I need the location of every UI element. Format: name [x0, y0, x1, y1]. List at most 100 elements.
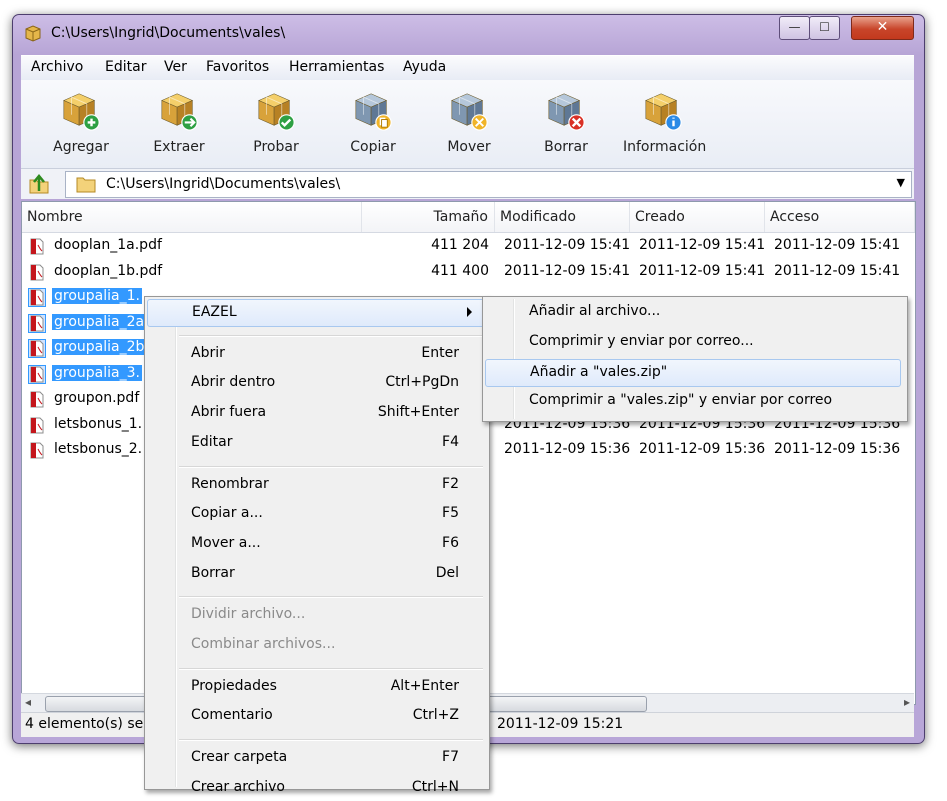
info-icon [642, 88, 684, 132]
toolbar-button-copiar[interactable]: Copiar [333, 86, 413, 155]
toolbar-button-agregar[interactable]: Agregar [41, 86, 121, 155]
menu-archivo[interactable]: Archivo [31, 59, 83, 75]
file-modified: 2011-12-09 15:41 [504, 262, 631, 279]
file-created: 2011-12-09 15:41 [639, 237, 766, 253]
submenu-item-3[interactable]: Añadir a "vales.zip" [485, 358, 901, 387]
file-modified: 2011-12-09 15:41 [504, 237, 631, 253]
file-modified: 2011-12-09 15:36 [504, 441, 631, 457]
file-name: letsbonus_2. [54, 441, 143, 457]
address-field[interactable]: C:\Users\Ingrid\Documents\vales\ ▼ [65, 171, 912, 198]
file-created: 2011-12-09 15:41 [639, 262, 766, 279]
close-button[interactable]: ✕ [851, 16, 914, 40]
file-name: groupalia_2b [52, 339, 147, 355]
test-icon [255, 88, 297, 132]
menu-item-shortcut: Ctrl+N [411, 778, 459, 795]
context-item-crear-archivo[interactable]: Crear archivo Ctrl+N [147, 775, 483, 801]
close-icon: ✕ [876, 19, 889, 35]
menu-editar[interactable]: Editar [105, 59, 146, 75]
menu-separator [179, 334, 483, 337]
folder-icon [76, 177, 96, 193]
column-tamano[interactable]: Tamaño [362, 202, 495, 232]
menu-item-label: Mover a... [191, 534, 261, 551]
file-row[interactable]: dooplan_1a.pdf 411 204 2011-12-09 15:41 201… [22, 234, 915, 259]
pdf-file-icon [30, 238, 44, 255]
status-date: 2011-12-09 15:21 [497, 716, 624, 732]
menu-item-shortcut: F4 [442, 433, 459, 450]
menu-item-label: Combinar archivos... [191, 636, 336, 652]
menu-ayuda[interactable]: Ayuda [403, 59, 446, 75]
menu-item-label: Borrar [191, 564, 235, 581]
context-menu: EAZEL Abrir Enter Abrir dentro Ctrl+PgDn Abri… [144, 296, 490, 795]
menu-item-label: Crear archivo [191, 778, 285, 795]
toolbar-label: Agregar [53, 139, 109, 155]
context-item-comentario[interactable]: Comentario Ctrl+Z [147, 703, 483, 729]
menu-separator [179, 596, 483, 599]
menu-item-shortcut: F6 [442, 534, 459, 551]
menu-herramientas[interactable]: Herramientas [289, 59, 384, 75]
menu-item-shortcut: Alt+Enter [390, 677, 459, 694]
context-item-copiar-a[interactable]: Copiar a... F5 [147, 501, 483, 527]
archive-app-icon [25, 25, 41, 42]
submenu-item-label: Comprimir y enviar por correo... [529, 332, 754, 349]
pdf-file-icon [28, 313, 46, 333]
context-item-crear-carpeta[interactable]: Crear carpeta F7 [147, 745, 483, 771]
context-item-combinar-archivos[interactable]: Combinar archivos... [147, 632, 483, 658]
up-folder-icon[interactable] [27, 172, 51, 196]
menu-item-label: Dividir archivo... [191, 606, 306, 623]
context-item-borrar[interactable]: Borrar Del [147, 561, 483, 587]
submenu-item-4[interactable]: Comprimir a "vales.zip" y enviar por cor… [485, 388, 899, 414]
context-item-editar[interactable]: Editar F4 [147, 430, 483, 456]
context-item-propiedades[interactable]: Propiedades Alt+Enter [147, 674, 483, 700]
column-acceso[interactable]: Acceso [765, 202, 915, 232]
toolbar-button-informacin[interactable]: Información [623, 86, 707, 155]
toolbar-button-extraer[interactable]: Extraer [139, 86, 219, 155]
toolbar-label: Probar [253, 139, 299, 155]
column-header: Nombre Tamaño Modificado Creado Acceso [22, 202, 915, 233]
copy-icon [352, 88, 394, 132]
submenu-item-1[interactable]: Añadir al archivo... [485, 299, 899, 325]
toolbar-button-borrar[interactable]: Borrar [526, 86, 606, 155]
pdf-file-icon [28, 339, 46, 358]
pdf-file-icon [28, 364, 46, 384]
file-name: groupon.pdf [54, 390, 140, 406]
minimize-button[interactable]: — [779, 16, 810, 40]
file-name: dooplan_1a.pdf [54, 237, 162, 253]
maximize-button[interactable]: ☐ [809, 16, 840, 40]
column-creado[interactable]: Creado [630, 202, 765, 232]
pdf-file-icon [30, 391, 44, 408]
scroll-right-icon[interactable]: ▸ [904, 695, 910, 709]
title-bar[interactable]: C:\Users\Ingrid\Documents\vales\ — ☐ ✕ [13, 15, 924, 53]
pdf-file-icon [28, 288, 46, 307]
menu-item-shortcut: F5 [442, 505, 459, 522]
menu-item-label: Editar [191, 433, 233, 450]
context-item-abrir-dentro[interactable]: Abrir dentro Ctrl+PgDn [147, 370, 483, 396]
toolbar-button-probar[interactable]: Probar [236, 86, 316, 155]
submenu-item-label: Añadir al archivo... [529, 303, 661, 319]
toolbar-button-mover[interactable]: Mover [429, 86, 509, 155]
column-modificado[interactable]: Modificado [495, 202, 630, 232]
menu-ver[interactable]: Ver [164, 59, 187, 75]
file-created: 2011-12-09 15:36 [639, 441, 766, 457]
eazel-submenu: Añadir al archivo... Comprimir y enviar p… [482, 296, 908, 422]
menu-item-shortcut: Shift+Enter [377, 404, 459, 421]
submenu-item-label: Comprimir a "vales.zip" y enviar por cor… [529, 392, 833, 409]
toolbar-label: Información [623, 139, 707, 155]
context-item-abrir[interactable]: Abrir Enter [147, 341, 483, 367]
context-item-renombrar[interactable]: Renombrar F2 [147, 472, 483, 498]
chevron-down-icon[interactable]: ▼ [897, 176, 905, 189]
scroll-left-icon[interactable]: ◂ [25, 695, 31, 709]
file-row[interactable]: dooplan_1b.pdf 411 400 2011-12-09 15:41 201… [22, 260, 915, 285]
submenu-arrow-icon [467, 307, 472, 317]
menu-item-label: EAZEL [192, 304, 237, 320]
file-accessed: 2011-12-09 15:41 [774, 262, 901, 279]
file-accessed: 2011-12-09 15:41 [774, 237, 901, 253]
context-item-abrir-fuera[interactable]: Abrir fuera Shift+Enter [147, 400, 483, 426]
context-item-mover-a[interactable]: Mover a... F6 [147, 531, 483, 557]
submenu-item-2[interactable]: Comprimir y enviar por correo... [485, 329, 899, 355]
menu-item-shortcut: Ctrl+Z [412, 707, 459, 724]
menu-favoritos[interactable]: Favoritos [206, 59, 269, 75]
context-item-dividir-archivo[interactable]: Dividir archivo... [147, 602, 483, 628]
column-nombre[interactable]: Nombre [22, 202, 362, 232]
menu-item-label: Copiar a... [191, 505, 263, 522]
context-item-eazel[interactable]: EAZEL [147, 299, 485, 327]
